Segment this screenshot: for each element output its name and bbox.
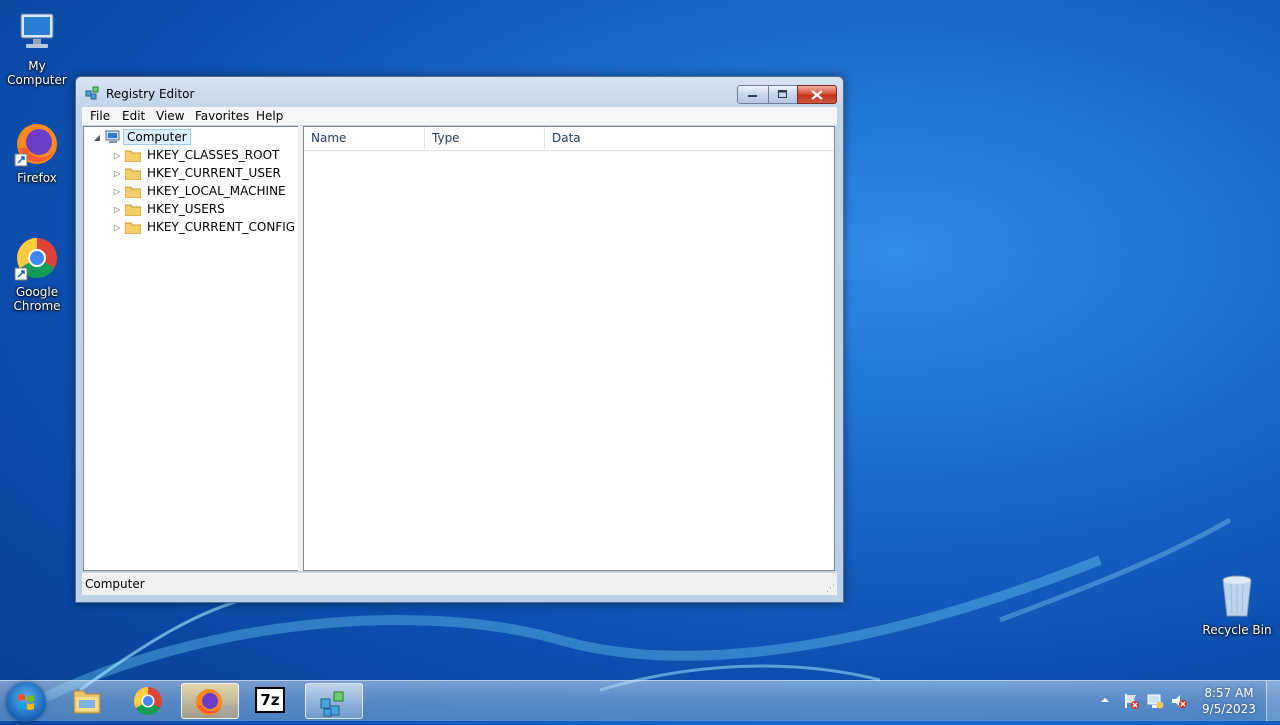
menu-file[interactable]: File <box>90 109 110 123</box>
taskbar-firefox[interactable] <box>181 683 239 719</box>
7zip-icon-label: 7z <box>260 691 280 709</box>
volume-muted-icon[interactable] <box>1170 692 1188 710</box>
show-desktop-button[interactable] <box>1266 681 1280 721</box>
folder-icon <box>124 149 142 162</box>
status-bar: Computer ⋰ <box>82 572 837 595</box>
maximize-button[interactable] <box>768 85 798 104</box>
tree-node-hkey-current-config[interactable]: ▷ HKEY_CURRENT_CONFIG <box>112 218 295 236</box>
recycle-bin-icon <box>1213 572 1261 620</box>
desktop-icon-recycle-bin[interactable]: Recycle Bin <box>1200 572 1274 637</box>
status-text: Computer <box>85 577 145 591</box>
minimize-icon <box>738 86 768 103</box>
folder-icon <box>124 203 142 216</box>
values-list[interactable]: Name Type Data <box>303 126 835 571</box>
registry-editor-window[interactable]: Registry Editor File Edit View Favorites… <box>75 76 844 603</box>
folder-icon <box>124 185 142 198</box>
window-title: Registry Editor <box>106 87 195 101</box>
show-hidden-icons-button[interactable] <box>1099 694 1111 706</box>
taskbar-explorer[interactable] <box>58 683 116 719</box>
desktop-icon-google-chrome[interactable]: Google Chrome <box>0 234 74 313</box>
tree-node-label: HKEY_CLASSES_ROOT <box>147 148 280 162</box>
column-header-data[interactable]: Data <box>545 127 834 149</box>
taskbar-chrome[interactable] <box>119 683 177 719</box>
maximize-icon <box>769 86 797 103</box>
minimize-button[interactable] <box>737 85 769 104</box>
close-button[interactable] <box>797 85 837 104</box>
firefox-icon <box>13 120 61 168</box>
tree-node-label: Computer <box>123 129 191 145</box>
desktop-icon-label: Google <box>15 285 59 299</box>
tree-node-computer[interactable]: ◢ Computer <box>92 128 191 146</box>
tree-node-label: HKEY_LOCAL_MACHINE <box>147 184 286 198</box>
regedit-icon <box>85 85 101 101</box>
taskbar-7zip[interactable]: 7z <box>243 683 301 719</box>
title-bar[interactable]: Registry Editor <box>76 77 843 107</box>
resize-grip-icon[interactable]: ⋰ <box>826 584 835 594</box>
registry-tree[interactable]: ◢ Computer ▷ HKEY_CLASSES_ROOT ▷ HKEY_CU… <box>83 126 299 571</box>
desktop-icon-label: Chrome <box>13 299 61 313</box>
folder-icon <box>124 167 142 180</box>
folder-icon <box>124 221 142 234</box>
desktop-icon-firefox[interactable]: Firefox <box>0 120 74 185</box>
tree-node-hkey-users[interactable]: ▷ HKEY_USERS <box>112 200 225 218</box>
menu-favorites[interactable]: Favorites <box>195 109 249 123</box>
tree-node-label: HKEY_USERS <box>147 202 225 216</box>
clock-time: 8:57 AM <box>1204 686 1254 700</box>
menu-edit[interactable]: Edit <box>122 109 145 123</box>
network-icon[interactable] <box>1146 692 1164 710</box>
expand-arrow-icon[interactable]: ▷ <box>112 223 122 232</box>
action-center-icon[interactable] <box>1122 692 1140 710</box>
tree-node-hkey-classes-root[interactable]: ▷ HKEY_CLASSES_ROOT <box>112 146 279 164</box>
desktop-icon-label: Firefox <box>17 171 57 185</box>
chrome-icon <box>13 234 61 282</box>
regedit-icon <box>320 691 344 717</box>
desktop-icon-label: Computer <box>7 73 67 87</box>
7zip-icon: 7z <box>255 687 285 713</box>
tree-node-hkey-current-user[interactable]: ▷ HKEY_CURRENT_USER <box>112 164 281 182</box>
start-button[interactable] <box>6 682 46 722</box>
computer-icon <box>13 8 61 56</box>
windows-logo-icon <box>18 694 34 710</box>
menu-view[interactable]: View <box>156 109 184 123</box>
system-clock[interactable]: 8:57 AM 9/5/2023 <box>1196 685 1262 717</box>
expand-arrow-icon[interactable]: ▷ <box>112 169 122 178</box>
column-header-name[interactable]: Name <box>304 127 425 149</box>
computer-icon <box>104 130 122 144</box>
list-header: Name Type Data <box>304 127 834 151</box>
chrome-icon <box>134 687 162 715</box>
expand-arrow-icon[interactable]: ▷ <box>112 151 122 160</box>
collapse-arrow-icon[interactable]: ◢ <box>92 133 102 142</box>
explorer-icon <box>73 690 101 714</box>
desktop-icon-label: My <box>28 59 46 73</box>
expand-arrow-icon[interactable]: ▷ <box>112 205 122 214</box>
tree-node-label: HKEY_CURRENT_USER <box>147 166 281 180</box>
clock-date: 9/5/2023 <box>1202 702 1256 716</box>
tree-node-label: HKEY_CURRENT_CONFIG <box>147 220 296 234</box>
desktop-icon-my-computer[interactable]: My Computer <box>0 8 74 87</box>
taskbar: 7z 8:57 AM 9/5/2023 <box>0 680 1280 722</box>
desktop-icon-label: Recycle Bin <box>1202 623 1272 637</box>
chevron-up-icon <box>1101 698 1109 702</box>
close-icon <box>798 86 836 103</box>
firefox-icon <box>196 689 233 718</box>
menu-bar: File Edit View Favorites Help <box>82 107 837 125</box>
expand-arrow-icon[interactable]: ▷ <box>112 187 122 196</box>
tree-node-hkey-local-machine[interactable]: ▷ HKEY_LOCAL_MACHINE <box>112 182 286 200</box>
taskbar-regedit[interactable] <box>305 683 363 719</box>
column-header-type[interactable]: Type <box>425 127 545 149</box>
menu-help[interactable]: Help <box>256 109 283 123</box>
